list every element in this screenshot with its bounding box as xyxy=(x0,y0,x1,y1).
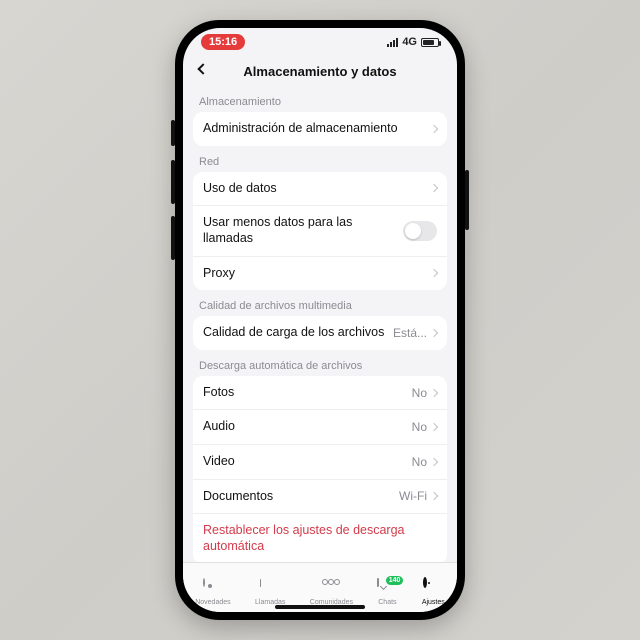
row-storage-manage[interactable]: Administración de almacenamiento xyxy=(193,112,447,146)
tab-llamadas[interactable]: Llamadas xyxy=(255,579,285,606)
chevron-right-icon xyxy=(430,458,438,466)
status-icon xyxy=(203,579,223,597)
row-label: Proxy xyxy=(203,266,431,282)
power-button xyxy=(465,170,469,230)
screen: 15:16 4G Almacenamiento y datos Almacena… xyxy=(183,28,457,612)
page-title: Almacenamiento y datos xyxy=(243,64,396,79)
chevron-right-icon xyxy=(430,492,438,500)
mute-switch xyxy=(171,120,175,146)
chat-icon: 140 xyxy=(377,579,397,597)
reset-label: Restablecer los ajustes de descarga auto… xyxy=(203,523,405,553)
content: Almacenamiento Administración de almacen… xyxy=(183,86,457,562)
row-upload-quality[interactable]: Calidad de carga de los archivos Está... xyxy=(193,316,447,350)
row-proxy[interactable]: Proxy xyxy=(193,256,447,291)
group-network: Uso de datos Usar menos datos para las l… xyxy=(193,172,447,291)
row-value: No xyxy=(412,386,427,400)
row-value: No xyxy=(412,455,427,469)
row-label: Calidad de carga de los archivos xyxy=(203,325,393,341)
network-label: 4G xyxy=(402,36,417,48)
chevron-right-icon xyxy=(430,388,438,396)
row-documents[interactable]: Documentos Wi-Fi xyxy=(193,479,447,514)
gear-icon xyxy=(423,579,443,597)
phone-icon xyxy=(260,579,280,597)
section-label-media-quality: Calidad de archivos multimedia xyxy=(193,290,447,316)
chevron-right-icon xyxy=(430,329,438,337)
chevron-left-icon xyxy=(197,63,208,74)
row-audio[interactable]: Audio No xyxy=(193,409,447,444)
people-icon xyxy=(321,579,341,597)
row-label: Audio xyxy=(203,419,412,435)
chevron-right-icon xyxy=(430,125,438,133)
status-time: 15:16 xyxy=(201,34,245,50)
section-label-storage: Almacenamiento xyxy=(193,86,447,112)
row-label: Uso de datos xyxy=(203,181,431,197)
home-indicator xyxy=(275,605,365,609)
chevron-right-icon xyxy=(430,269,438,277)
status-right: 4G xyxy=(387,36,439,48)
row-photos[interactable]: Fotos No xyxy=(193,376,447,410)
back-button[interactable] xyxy=(193,59,213,79)
row-data-usage[interactable]: Uso de datos xyxy=(193,172,447,206)
row-label: Administración de almacenamiento xyxy=(203,121,431,137)
row-label: Video xyxy=(203,454,412,470)
tab-novedades[interactable]: Novedades xyxy=(195,579,230,606)
status-bar: 15:16 4G xyxy=(183,28,457,56)
group-media-quality: Calidad de carga de los archivos Está... xyxy=(193,316,447,350)
volume-down xyxy=(171,216,175,260)
section-label-network: Red xyxy=(193,146,447,172)
chevron-right-icon xyxy=(430,184,438,192)
row-less-data[interactable]: Usar menos datos para las llamadas xyxy=(193,205,447,255)
battery-icon xyxy=(421,38,439,47)
row-label: Usar menos datos para las llamadas xyxy=(203,215,403,246)
nav-header: Almacenamiento y datos xyxy=(183,56,457,86)
row-label: Documentos xyxy=(203,489,399,505)
tab-label: Ajustes xyxy=(422,599,445,606)
chevron-right-icon xyxy=(430,423,438,431)
row-label: Fotos xyxy=(203,385,412,401)
phone-frame: 15:16 4G Almacenamiento y datos Almacena… xyxy=(175,20,465,620)
row-value: No xyxy=(412,420,427,434)
chats-badge: 140 xyxy=(386,576,404,585)
row-value: Wi-Fi xyxy=(399,489,427,503)
row-value: Está... xyxy=(393,326,427,340)
toggle-less-data[interactable] xyxy=(403,221,437,241)
tab-ajustes[interactable]: Ajustes xyxy=(422,579,445,606)
tab-chats[interactable]: 140 Chats xyxy=(377,579,397,606)
tab-label: Novedades xyxy=(195,599,230,606)
volume-up xyxy=(171,160,175,204)
group-auto-download: Fotos No Audio No Video No Documentos Wi… xyxy=(193,376,447,562)
tab-label: Chats xyxy=(378,599,396,606)
group-storage: Administración de almacenamiento xyxy=(193,112,447,146)
signal-icon xyxy=(387,38,398,47)
tab-comunidades[interactable]: Comunidades xyxy=(310,579,353,606)
row-video[interactable]: Video No xyxy=(193,444,447,479)
section-label-auto-download: Descarga automática de archivos xyxy=(193,350,447,376)
row-reset-auto-download[interactable]: Restablecer los ajustes de descarga auto… xyxy=(193,513,447,562)
